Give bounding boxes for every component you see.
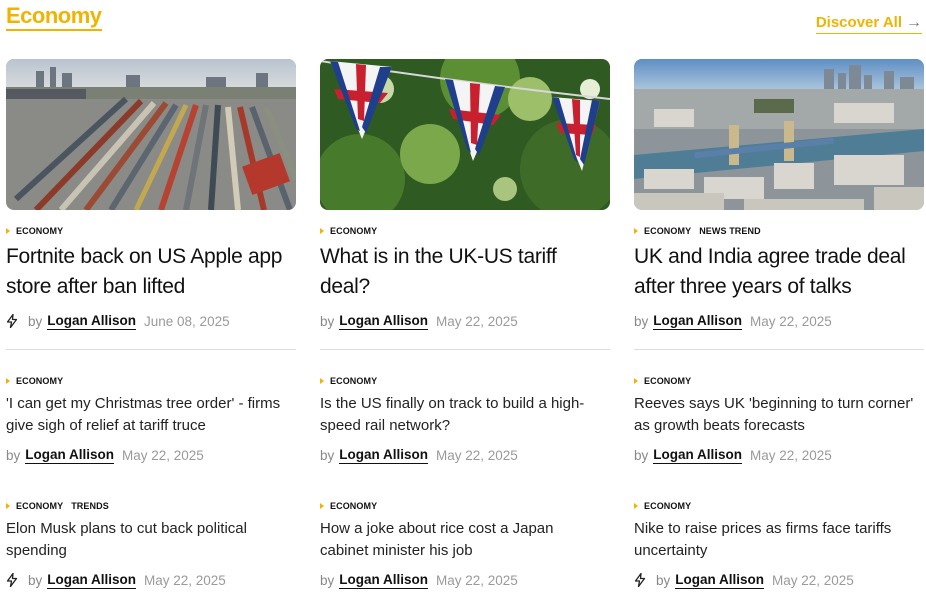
- article-tags: ECONOMY: [634, 375, 697, 387]
- publish-date: June 08, 2025: [144, 313, 230, 329]
- author-link[interactable]: Logan Allison: [47, 313, 137, 330]
- section-title[interactable]: Economy: [6, 4, 102, 31]
- author-link[interactable]: Logan Allison: [339, 313, 429, 330]
- arrow-right-icon: →: [906, 14, 922, 31]
- divider: [634, 349, 924, 350]
- tag-label[interactable]: ECONOMY: [330, 376, 377, 386]
- article-meta: by Logan Allison May 22, 2025: [634, 446, 832, 464]
- article-title[interactable]: Elon Musk plans to cut back political sp…: [6, 518, 296, 562]
- publish-date: May 22, 2025: [750, 313, 832, 329]
- discover-all-label: Discover All: [815, 14, 902, 31]
- publish-date: May 22, 2025: [772, 572, 854, 588]
- article-title[interactable]: Is the US finally on track to build a hi…: [320, 393, 600, 437]
- tag-marker-icon: [320, 228, 324, 234]
- article-tags: ECONOMY: [320, 375, 383, 387]
- discover-all-link[interactable]: Discover All →: [815, 14, 922, 34]
- article-title[interactable]: What is in the UK-US tariff deal?: [320, 242, 610, 302]
- article-image-bunting[interactable]: [320, 59, 610, 210]
- tag-marker-icon: [6, 378, 10, 384]
- article-title[interactable]: Reeves says UK 'beginning to turn corner…: [634, 393, 926, 437]
- by-label: by: [6, 447, 21, 463]
- publish-date: May 22, 2025: [436, 572, 518, 588]
- tag-marker-icon: [634, 503, 638, 509]
- article-meta: by Logan Allison May 22, 2025: [6, 571, 226, 589]
- tag-marker-icon: [634, 228, 638, 234]
- article-meta: by Logan Allison May 22, 2025: [634, 571, 854, 589]
- article-title[interactable]: Nike to raise prices as firms face tarif…: [634, 518, 914, 562]
- author-link[interactable]: Logan Allison: [675, 572, 765, 589]
- article-image-rail-yard[interactable]: [6, 59, 296, 210]
- tag-label[interactable]: ECONOMY: [16, 376, 63, 386]
- tag-label[interactable]: ECONOMY: [644, 501, 691, 511]
- article-meta: by Logan Allison May 22, 2025: [634, 312, 832, 330]
- article-tags: ECONOMY TRENDS: [6, 500, 115, 512]
- publish-date: May 22, 2025: [122, 447, 204, 463]
- tag-label[interactable]: NEWS TREND: [699, 226, 761, 236]
- tag-marker-icon: [6, 228, 10, 234]
- tag-label[interactable]: ECONOMY: [644, 376, 691, 386]
- tag-label[interactable]: TRENDS: [71, 501, 109, 511]
- article-title[interactable]: How a joke about rice cost a Japan cabin…: [320, 518, 580, 562]
- by-label: by: [28, 572, 43, 588]
- article-title[interactable]: UK and India agree trade deal after thre…: [634, 242, 926, 302]
- by-label: by: [320, 313, 335, 329]
- article-meta: by Logan Allison May 22, 2025: [320, 312, 518, 330]
- author-link[interactable]: Logan Allison: [339, 572, 429, 589]
- tag-marker-icon: [6, 503, 10, 509]
- by-label: by: [28, 313, 43, 329]
- article-tags: ECONOMY: [320, 500, 383, 512]
- author-link[interactable]: Logan Allison: [339, 447, 429, 464]
- lightning-bolt-icon: [634, 573, 646, 587]
- lightning-bolt-icon: [6, 573, 18, 587]
- article-tags: ECONOMY: [6, 375, 69, 387]
- article-meta: by Logan Allison May 22, 2025: [320, 446, 518, 464]
- lightning-bolt-icon: [6, 314, 18, 328]
- by-label: by: [634, 447, 649, 463]
- article-tags: ECONOMY: [6, 225, 69, 237]
- tag-marker-icon: [320, 378, 324, 384]
- section-header: Economy Discover All →: [6, 4, 922, 36]
- article-tags: ECONOMY: [634, 500, 697, 512]
- tag-label[interactable]: ECONOMY: [16, 501, 63, 511]
- article-tags: ECONOMY: [320, 225, 383, 237]
- article-meta: by Logan Allison June 08, 2025: [6, 312, 230, 330]
- divider: [320, 349, 610, 350]
- publish-date: May 22, 2025: [436, 447, 518, 463]
- tag-marker-icon: [634, 378, 638, 384]
- divider: [6, 349, 296, 350]
- tag-label[interactable]: ECONOMY: [644, 226, 691, 236]
- article-title[interactable]: Fortnite back on US Apple app store afte…: [6, 242, 296, 302]
- author-link[interactable]: Logan Allison: [25, 447, 115, 464]
- by-label: by: [320, 447, 335, 463]
- tag-label[interactable]: ECONOMY: [330, 226, 377, 236]
- author-link[interactable]: Logan Allison: [653, 447, 743, 464]
- article-meta: by Logan Allison May 22, 2025: [320, 571, 518, 589]
- tag-marker-icon: [320, 503, 324, 509]
- publish-date: May 22, 2025: [436, 313, 518, 329]
- author-link[interactable]: Logan Allison: [653, 313, 743, 330]
- tag-label[interactable]: ECONOMY: [330, 501, 377, 511]
- article-meta: by Logan Allison May 22, 2025: [6, 446, 204, 464]
- tag-label[interactable]: ECONOMY: [16, 226, 63, 236]
- by-label: by: [634, 313, 649, 329]
- publish-date: May 22, 2025: [750, 447, 832, 463]
- author-link[interactable]: Logan Allison: [47, 572, 137, 589]
- publish-date: May 22, 2025: [144, 572, 226, 588]
- article-tags: ECONOMY NEWS TREND: [634, 225, 767, 237]
- by-label: by: [656, 572, 671, 588]
- article-title[interactable]: 'I can get my Christmas tree order' - fi…: [6, 393, 301, 437]
- by-label: by: [320, 572, 335, 588]
- article-image-london[interactable]: [634, 59, 924, 210]
